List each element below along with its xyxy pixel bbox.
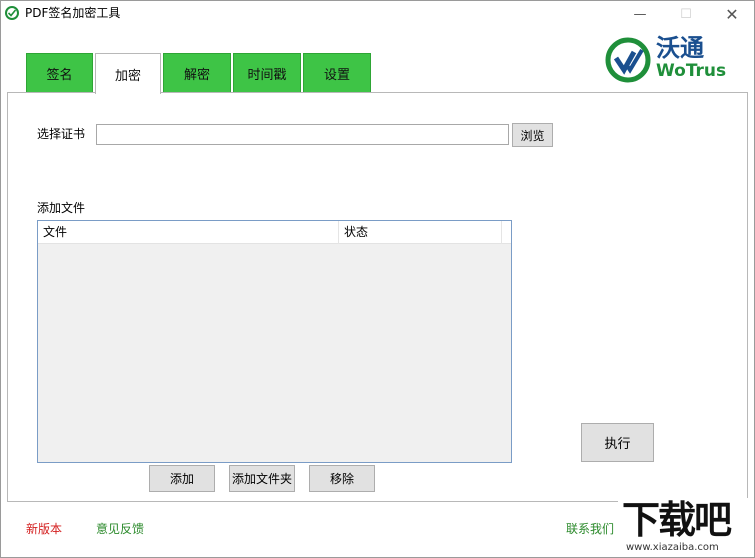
browse-button[interactable]: 浏览 (512, 123, 553, 147)
file-list-header: 文件 状态 (38, 221, 511, 244)
tab-encrypt[interactable]: 加密 (95, 53, 161, 94)
app-check-icon (5, 6, 19, 20)
maximize-button[interactable]: ☐ (663, 0, 709, 28)
close-button[interactable]: ✕ (709, 0, 755, 28)
add-button[interactable]: 添加 (149, 465, 215, 492)
watermark: 下载吧 www.xiazaiba.com (618, 498, 755, 558)
watermark-url: www.xiazaiba.com (626, 542, 719, 553)
minimize-button[interactable]: — (617, 0, 663, 28)
watermark-text: 下载吧 (622, 498, 732, 542)
new-version-link[interactable]: 新版本 (26, 521, 62, 537)
logo-en-text: WoTrus (656, 61, 727, 81)
cert-input[interactable] (96, 124, 509, 145)
add-folder-button[interactable]: 添加文件夹 (229, 465, 295, 492)
tab-timestamp[interactable]: 时间戳 (233, 53, 301, 93)
add-file-label: 添加文件 (37, 201, 86, 215)
column-divider[interactable] (501, 221, 502, 244)
contact-link[interactable]: 联系我们 (566, 521, 614, 537)
logo-cn-text: 沃通 (656, 34, 704, 62)
column-status[interactable]: 状态 (339, 221, 501, 244)
tab-decrypt[interactable]: 解密 (163, 53, 231, 93)
cert-label: 选择证书 (37, 127, 86, 141)
remove-button[interactable]: 移除 (309, 465, 375, 492)
window-title: PDF签名加密工具 (25, 6, 121, 20)
file-list[interactable]: 文件 状态 (37, 220, 512, 463)
tab-sign[interactable]: 签名 (26, 53, 93, 93)
column-file[interactable]: 文件 (38, 221, 338, 244)
feedback-link[interactable]: 意见反馈 (96, 521, 144, 537)
execute-button[interactable]: 执行 (581, 423, 654, 462)
tab-settings[interactable]: 设置 (303, 53, 371, 93)
wotrus-logo: 沃通 WoTrus (604, 34, 734, 86)
